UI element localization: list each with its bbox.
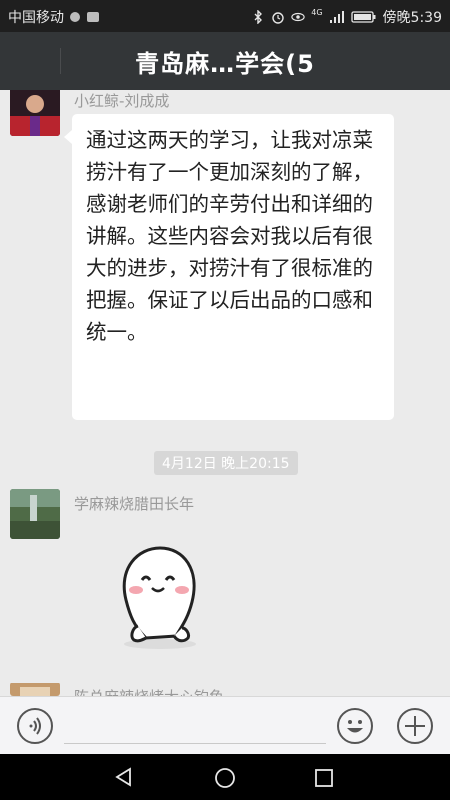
back-icon[interactable] [114,767,134,787]
notification-icon [70,12,80,22]
chat-input-bar [0,696,450,755]
status-bar: 中国移动 4G 傍晚5:39 [0,0,450,32]
chat-header: 青岛麻…学会(5 [0,32,450,90]
message-timestamp: 4月12日 晚上20:15 [154,451,298,475]
sender-name: 学麻辣烧腊田长年 [74,495,195,513]
waterfall-avatar-icon [10,489,60,539]
chat-title[interactable]: 青岛麻…学会(5 [0,44,450,79]
avatar[interactable] [10,682,60,696]
clock-label: 傍晚5:39 [382,10,442,26]
person-avatar-icon [10,90,60,136]
carrier-label: 中国移动 [8,10,64,26]
emoji-icon [347,720,363,733]
message-input[interactable] [64,743,326,744]
signal-icon [329,11,344,23]
home-icon[interactable] [214,767,236,789]
plus-icon [405,716,425,736]
message-bubble[interactable]: 通过这两天的学习，让我对凉菜捞汁有了一个更加深刻的了解，感谢老师们的辛劳付出和详… [64,114,394,420]
status-left: 中国移动 [8,7,100,27]
battery-icon [350,11,376,23]
status-right: 4G 傍晚5:39 [251,7,442,27]
recents-icon[interactable] [314,768,334,788]
voice-icon [29,717,41,735]
happy-dumpling-sticker[interactable] [112,540,202,652]
network-type-label: 4G [311,7,323,17]
sender-name: 小红鲸-刘成成 [74,92,170,110]
avatar[interactable] [10,489,60,539]
voice-button[interactable] [17,708,53,744]
more-button[interactable] [397,708,433,744]
chat-message-list[interactable]: 小红鲸-刘成成 通过这两天的学习，让我对凉菜捞汁有了一个更加深刻的了解，感谢老师… [0,90,450,696]
sender-name: 陈总麻辣烧烤大心钓鱼 [74,686,224,696]
emoji-button[interactable] [337,708,373,744]
bluetooth-icon [254,10,263,24]
alarm-icon [272,12,284,24]
person-avatar-icon [10,683,60,696]
wechat-notification-icon [87,12,99,22]
avatar[interactable] [10,90,60,136]
system-nav-bar [0,754,450,800]
eye-icon [291,12,305,22]
